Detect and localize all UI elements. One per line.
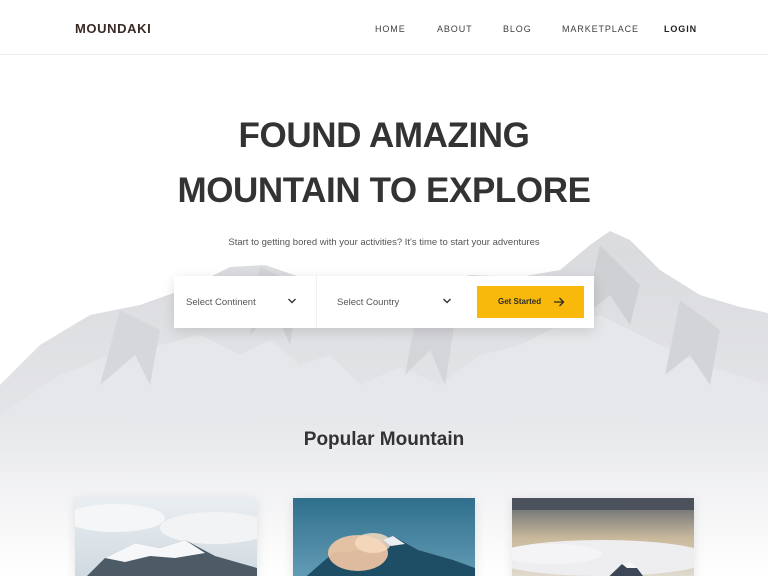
mountain-card[interactable] [293, 498, 475, 576]
mountain-card[interactable] [512, 498, 694, 576]
nav-about[interactable]: ABOUT [437, 24, 473, 34]
site-header: MOUNDAKI HOME ABOUT BLOG MARKETPLACE LOG… [0, 0, 768, 55]
hero-title-line-2: MOUNTAIN TO EXPLORE [177, 171, 591, 210]
nav-marketplace[interactable]: MARKETPLACE [562, 24, 639, 34]
continent-select-label: Select Continent [186, 297, 256, 308]
mountain-photo-snowy-peak [75, 498, 257, 576]
get-started-label: Get Started [498, 297, 542, 306]
country-select[interactable]: Select Country [316, 276, 466, 328]
continent-select[interactable]: Select Continent [174, 276, 316, 328]
nav-home[interactable]: HOME [375, 24, 406, 34]
country-select-label: Select Country [337, 297, 400, 308]
popular-mountain-title: Popular Mountain [303, 429, 465, 450]
chevron-down-icon [288, 298, 296, 304]
nav-login[interactable]: LOGIN [664, 24, 697, 34]
hero-subtitle: Start to getting bored with your activit… [228, 237, 540, 248]
hero-title-line-1: FOUND AMAZING [238, 116, 530, 155]
search-bar: Select Continent Select Country Get Star… [174, 276, 594, 328]
mountain-photo-sunset-peak [293, 498, 475, 576]
nav-blog[interactable]: BLOG [503, 24, 532, 34]
mountain-card[interactable] [75, 498, 257, 576]
mountain-photo-cloud-sea [512, 498, 694, 576]
get-started-button[interactable]: Get Started [477, 286, 584, 318]
chevron-down-icon [443, 298, 451, 304]
site-logo[interactable]: MOUNDAKI [75, 21, 151, 36]
arrow-right-icon [554, 297, 565, 307]
